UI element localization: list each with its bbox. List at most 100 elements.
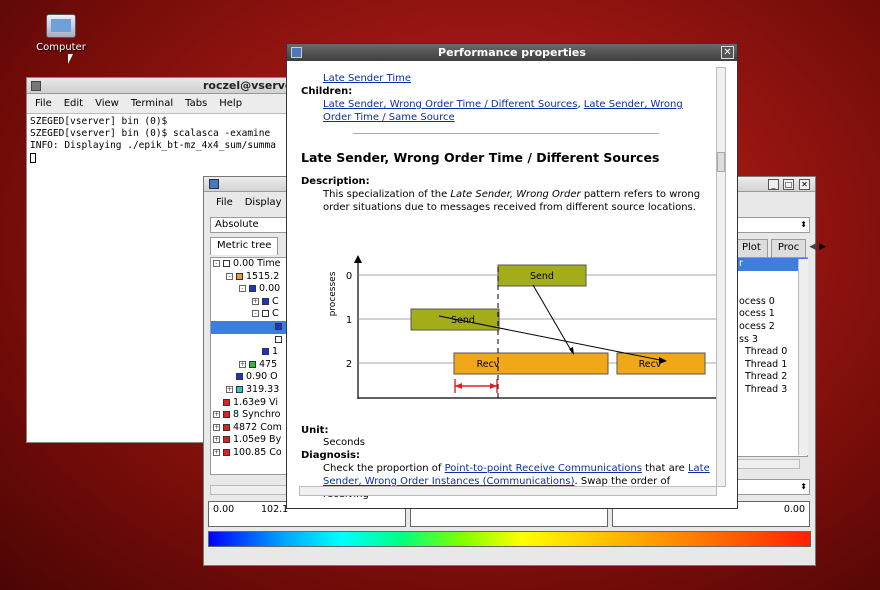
- tree-row[interactable]: [211, 334, 289, 347]
- expand-icon[interactable]: +: [213, 436, 220, 444]
- tab-metric-tree[interactable]: Metric tree: [210, 237, 279, 255]
- terminal-menu-tabs[interactable]: Tabs: [185, 94, 207, 113]
- tree-row-value: 100.85 Co: [233, 446, 282, 458]
- terminal-menu-file[interactable]: File: [35, 94, 52, 113]
- tree-row[interactable]: +319.33: [211, 384, 289, 397]
- tree-row[interactable]: +8 Synchro: [211, 409, 289, 422]
- mouse-pointer-icon: [68, 54, 73, 64]
- terminal-title: roczel@vserve: [203, 79, 293, 92]
- minimize-button[interactable]: _: [768, 179, 779, 190]
- metric-tree-hscrollbar[interactable]: [210, 485, 290, 495]
- perf-horizontal-scrollbar[interactable]: [299, 486, 717, 496]
- system-tree-row[interactable]: ocess 0: [737, 296, 807, 309]
- system-tree-hscrollbar[interactable]: [736, 459, 800, 469]
- system-tree-row[interactable]: Thread 0: [737, 346, 807, 359]
- computer-desktop-icon[interactable]: Computer: [30, 14, 92, 53]
- terminal-window-icon: [31, 81, 41, 91]
- collapse-icon[interactable]: -: [226, 272, 233, 280]
- value-mode-select[interactable]: Absolute: [210, 217, 290, 233]
- system-tree-row[interactable]: Thread 1: [737, 359, 807, 372]
- collapse-icon[interactable]: -: [213, 260, 220, 267]
- perf-vertical-scrollbar[interactable]: [716, 67, 726, 487]
- tab-scroll-right-icon[interactable]: ▶: [819, 239, 826, 257]
- tab-proc[interactable]: Proc: [770, 239, 807, 257]
- system-tree-row[interactable]: ss 3: [737, 334, 807, 347]
- tree-row[interactable]: + C: [211, 296, 289, 309]
- system-tree-row[interactable]: Thread 3: [737, 384, 807, 397]
- system-tree-row[interactable]: r: [737, 258, 807, 271]
- system-tree-label: ss 3: [739, 333, 758, 345]
- tree-row[interactable]: +475: [211, 359, 289, 372]
- close-button[interactable]: ✕: [721, 46, 734, 59]
- expand-icon[interactable]: +: [239, 360, 246, 368]
- perf-scroll-thumb[interactable]: [717, 152, 725, 172]
- expand-icon[interactable]: +: [226, 385, 233, 393]
- terminal-titlebar[interactable]: roczel@vserve: [27, 78, 305, 94]
- perf-content: Late Sender Time Children: Late Sender, …: [287, 61, 718, 501]
- diagram-axis-arrow: [354, 255, 362, 263]
- system-tree-label: ocess 1: [739, 308, 775, 320]
- cube-menu-display[interactable]: Display: [245, 197, 282, 208]
- terminal-line: INFO: Displaying ./epik_bt-mz_4x4_sum/su…: [30, 140, 276, 151]
- system-tree-row[interactable]: ocess 1: [737, 308, 807, 321]
- color-swatch: [223, 423, 230, 431]
- metric-tree[interactable]: -0.00 Time -1515.2-0.00 + C - C 1 +475 0.90 O +31…: [210, 257, 290, 475]
- system-tree-row[interactable]: Thread 2: [737, 371, 807, 384]
- tree-row[interactable]: 1.63e9 Vi: [211, 397, 289, 410]
- cube-menubar: File Display: [216, 197, 282, 208]
- terminal-menubar: File Edit View Terminal Tabs Help: [27, 94, 305, 114]
- close-button[interactable]: ✕: [799, 179, 810, 190]
- child-link-different-sources[interactable]: Late Sender, Wrong Order Time / Differen…: [323, 99, 577, 110]
- tree-row[interactable]: - 1515.2: [211, 271, 289, 284]
- collapse-icon[interactable]: -: [252, 310, 259, 318]
- tree-row[interactable]: -C: [211, 308, 289, 321]
- system-tree-row[interactable]: [737, 271, 807, 284]
- collapse-icon[interactable]: -: [239, 285, 246, 293]
- tree-row[interactable]: +4872 Com: [211, 422, 289, 435]
- terminal-output[interactable]: SZEGED[vserver] bin (0)$ SZEGED[vserver] …: [27, 114, 305, 166]
- process-label: 0: [346, 271, 352, 282]
- diag-mid: that are: [641, 463, 688, 474]
- performance-properties-window[interactable]: Performance properties ✕ Late Sender Tim…: [286, 43, 738, 509]
- tab-scroll-left-icon[interactable]: ◀: [809, 239, 816, 257]
- system-tree-label: Thread 1: [745, 358, 788, 370]
- process-label: 1: [346, 315, 352, 326]
- system-tree-row[interactable]: [737, 283, 807, 296]
- tree-row-value: 1515.2: [246, 270, 280, 282]
- terminal-line: SZEGED[vserver] bin (0)$: [30, 116, 168, 127]
- terminal-menu-terminal[interactable]: Terminal: [131, 94, 173, 113]
- tree-row[interactable]: 1: [211, 346, 289, 359]
- p2p-receive-link[interactable]: Point-to-point Receive Communications: [445, 463, 642, 474]
- expand-icon[interactable]: +: [252, 297, 259, 305]
- tree-row[interactable]: [211, 320, 289, 334]
- system-tree-scrollbar[interactable]: [798, 259, 808, 455]
- parent-link[interactable]: Late Sender Time: [323, 73, 411, 84]
- scale-min: 0.00: [213, 504, 235, 515]
- desc-pre: This specialization of the: [323, 189, 451, 200]
- tab-plot[interactable]: Plot: [735, 239, 768, 257]
- terminal-menu-edit[interactable]: Edit: [64, 94, 83, 113]
- tree-row[interactable]: +1.05e9 By: [211, 434, 289, 447]
- children-label: Children:: [301, 86, 353, 97]
- color-swatch: [249, 360, 256, 368]
- expand-icon[interactable]: +: [213, 423, 220, 431]
- tree-row-value: 4872 Com: [233, 421, 282, 433]
- perf-titlebar[interactable]: Performance properties ✕: [287, 44, 737, 61]
- tree-row[interactable]: 0.90 O: [211, 371, 289, 384]
- terminal-menu-help[interactable]: Help: [219, 94, 242, 113]
- system-display-select[interactable]: ⬍: [734, 479, 810, 495]
- expand-icon[interactable]: +: [213, 411, 220, 419]
- terminal-menu-view[interactable]: View: [95, 94, 119, 113]
- diag-pre: Check the proportion of: [323, 463, 445, 474]
- unit-value: Seconds: [323, 437, 366, 448]
- maximize-button[interactable]: □: [783, 179, 794, 190]
- system-tree-row[interactable]: ocess 2: [737, 321, 807, 334]
- tree-row[interactable]: - 0.00 Time: [211, 258, 289, 271]
- expand-icon[interactable]: +: [213, 448, 220, 456]
- tree-row[interactable]: - 0.00: [211, 283, 289, 296]
- diagnosis-label: Diagnosis:: [301, 450, 360, 461]
- scale-max: 0.00: [783, 504, 805, 515]
- system-mode-select[interactable]: ⬍: [734, 217, 810, 233]
- cube-menu-file[interactable]: File: [216, 197, 233, 208]
- tree-row[interactable]: +100.85 Co: [211, 447, 289, 460]
